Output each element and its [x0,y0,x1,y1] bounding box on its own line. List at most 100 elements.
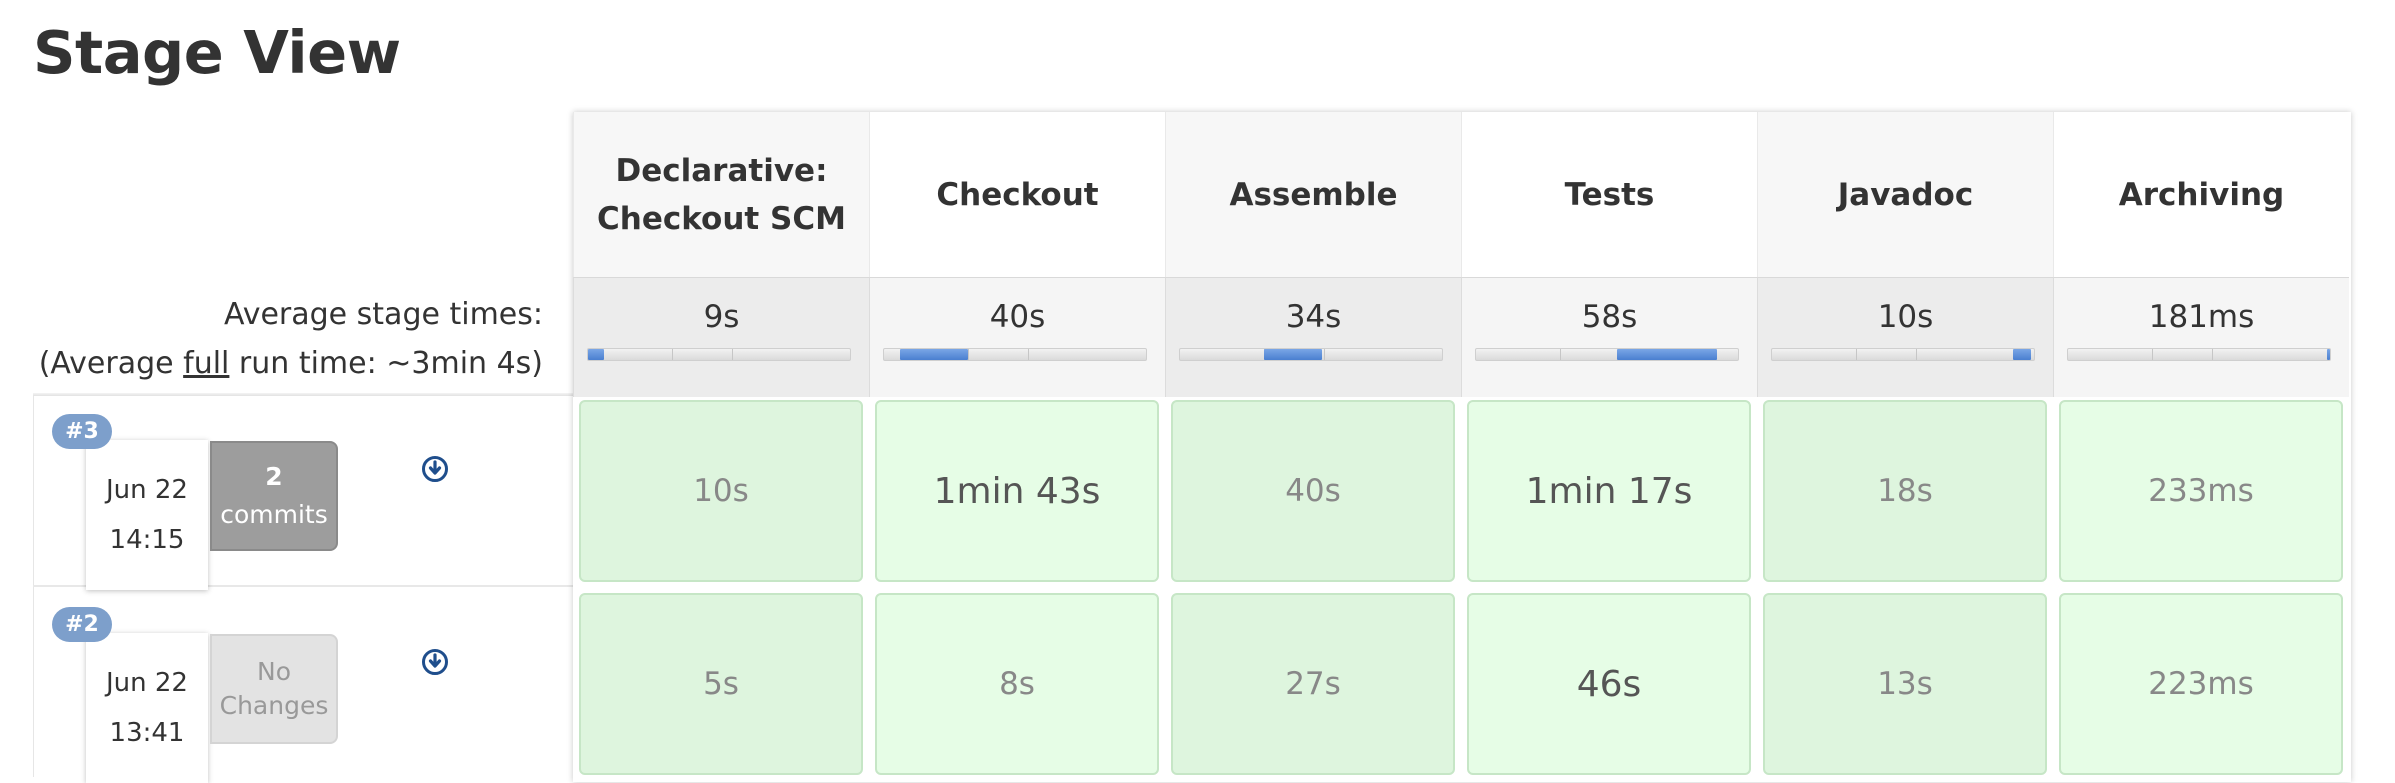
bar-tick [1324,349,1325,360]
stage-cell-success[interactable]: 13s [1763,593,2047,775]
stage-cell-success[interactable]: 1min 43s [875,400,1159,582]
stage-name: Declarative: Checkout SCM [597,147,846,243]
build-number-badge[interactable]: #3 [52,414,112,449]
stage-name-line: Checkout SCM [597,200,846,237]
stage-cell-success[interactable]: 18s [1763,400,2047,582]
stage-name-line: Assemble [1229,176,1398,213]
stage-duration-bar [2067,348,2331,361]
download-circle-icon[interactable] [421,455,449,483]
no-changes-badge[interactable]: No Changes [210,634,338,744]
stage-name-line: Tests [1564,176,1655,213]
stage-cell-success[interactable]: 223ms [2059,593,2343,775]
stage-header[interactable]: Archiving [2053,112,2349,277]
header-divider [33,393,574,396]
bar-tick [968,349,969,360]
stage-column-javadoc: Javadoc 10s 18s 13s [1757,112,2053,782]
bar-tick [1028,349,1029,360]
stage-header[interactable]: Assemble [1165,112,1461,277]
row-divider [33,396,34,586]
avg-full-suffix: run time: ~3min 4s) [229,346,543,381]
full-run-link[interactable]: full [183,346,229,381]
stage-name-line: Archiving [2118,176,2285,213]
stage-duration-bar-fill [2327,349,2330,360]
build-time: 13:41 [109,718,185,748]
stage-duration: 40s [1285,473,1341,509]
stage-column-checkout: Checkout 40s 1min 43s 8s [869,112,1165,782]
stage-average-time: 58s [1581,299,1638,335]
stage-column-archiving: Archiving 181ms 233ms 223ms [2053,112,2349,782]
stage-header[interactable]: Checkout [869,112,1165,277]
stage-duration-bar-fill [1617,349,1717,360]
download-circle-icon[interactable] [421,648,449,676]
stage-duration: 5s [703,666,739,702]
stage-cell-success[interactable]: 1min 17s [1467,400,1751,582]
stage-name: Javadoc [1838,171,1973,219]
stage-duration-bar [1475,348,1739,361]
average-stage-times-label: Average stage times: [223,297,543,332]
stage-duration-bar-fill [2013,349,2031,360]
stage-name-line: Checkout [936,176,1099,213]
build-date-box[interactable]: Jun 22 14:15 [86,440,208,590]
stage-duration: 10s [693,473,749,509]
stage-duration: 46s [1576,663,1642,705]
no-changes-line2: Changes [219,691,329,720]
stage-average-time: 10s [1877,299,1934,335]
stage-average: 34s [1165,277,1461,397]
stage-average: 181ms [2053,277,2349,397]
commits-label: commits [220,500,328,529]
stage-duration-bar [883,348,1147,361]
row-divider [33,587,34,777]
stage-duration: 8s [999,666,1035,702]
build-date: Jun 22 [106,475,188,505]
bar-tick [2212,349,2213,360]
bar-tick [1916,349,1917,360]
build-date-box[interactable]: Jun 22 13:41 [86,633,208,783]
stage-duration-bar-fill [1264,349,1322,360]
stage-name: Checkout [936,171,1098,219]
stage-cell-success[interactable]: 27s [1171,593,1455,775]
average-full-run-time: (Average full run time: ~3min 4s) [0,346,543,381]
stage-view-table: Declarative: Checkout SCM 9s 10s 5s Checkout 4… [573,112,2351,782]
commit-count: 2 [265,462,283,491]
bar-tick [2152,349,2153,360]
stage-column-declarative-checkout-scm: Declarative: Checkout SCM 9s 10s 5s [573,112,869,782]
stage-name: Assemble [1229,171,1397,219]
stage-cell-success[interactable]: 46s [1467,593,1751,775]
bar-tick [1560,349,1561,360]
bar-tick [1856,349,1857,360]
stage-header[interactable]: Javadoc [1757,112,2053,277]
stage-average-time: 9s [703,299,740,335]
stage-duration-bar-fill [900,349,968,360]
stage-cell-success[interactable]: 10s [579,400,863,582]
build-date: Jun 22 [106,668,188,698]
stage-column-assemble: Assemble 34s 40s 27s [1165,112,1461,782]
stage-name-line: Javadoc [1837,176,1974,213]
commits-badge[interactable]: 2 commits [210,441,338,551]
build-number-badge[interactable]: #2 [52,607,112,642]
bar-tick [732,349,733,360]
stage-header[interactable]: Tests [1461,112,1757,277]
stage-cell-success[interactable]: 40s [1171,400,1455,582]
no-changes-line1: No [257,657,291,686]
stage-cell-success[interactable]: 233ms [2059,400,2343,582]
stage-name: Archiving [2119,171,2284,219]
avg-full-prefix: (Average [38,346,184,381]
stage-duration: 13s [1877,666,1933,702]
stage-average-time: 34s [1285,299,1342,335]
page-title: Stage View [33,18,401,87]
stage-average: 9s [573,277,869,397]
stage-name-line: Declarative: [615,152,828,189]
stage-duration: 27s [1285,666,1341,702]
stage-average: 40s [869,277,1165,397]
stage-column-tests: Tests 58s 1min 17s 46s [1461,112,1757,782]
stage-header[interactable]: Declarative: Checkout SCM [573,112,869,277]
stage-duration-bar-fill [588,349,604,360]
stage-cell-success[interactable]: 8s [875,593,1159,775]
stage-name: Tests [1565,171,1655,219]
stage-duration: 223ms [2148,666,2254,702]
stage-average-time: 181ms [2148,299,2255,335]
stage-duration-bar [1179,348,1443,361]
stage-average-time: 40s [989,299,1046,335]
stage-duration: 18s [1877,473,1933,509]
stage-cell-success[interactable]: 5s [579,593,863,775]
